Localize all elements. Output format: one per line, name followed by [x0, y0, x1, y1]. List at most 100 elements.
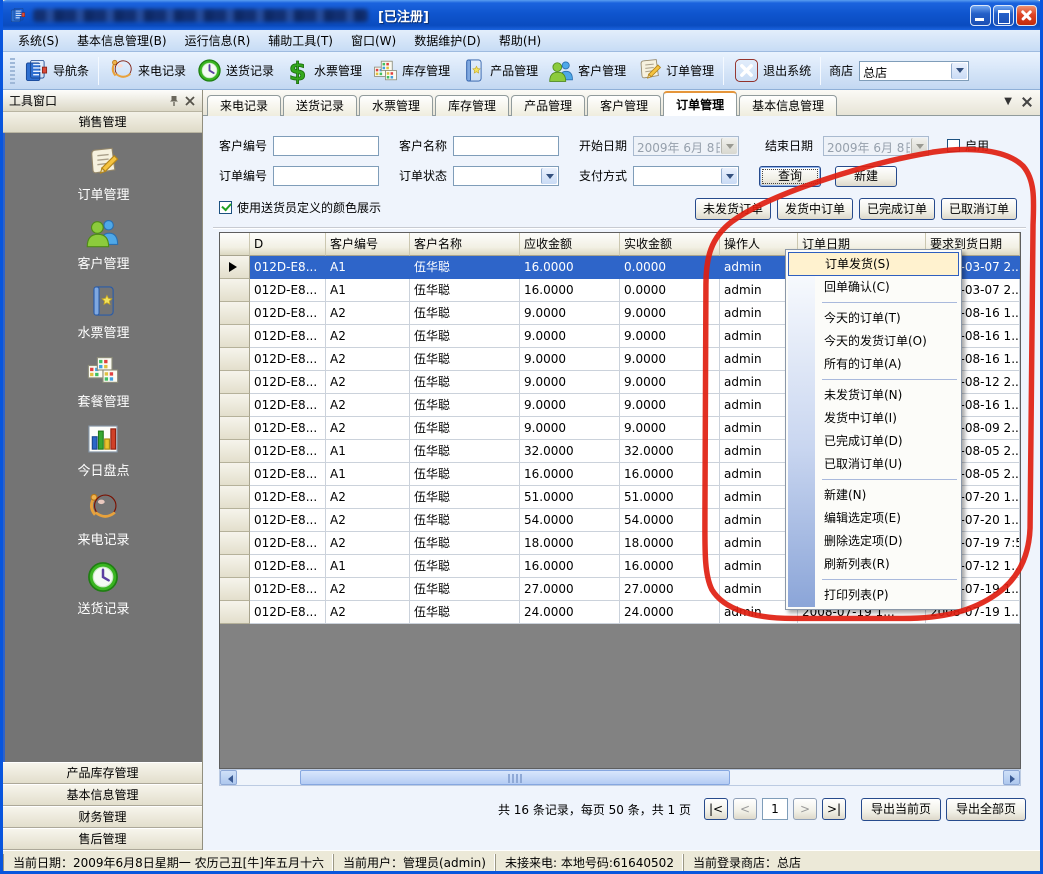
menu-item[interactable]: 数据维护(D) — [405, 30, 490, 51]
context-menu-item[interactable]: 所有的订单(A) — [788, 353, 959, 376]
page-number-input[interactable] — [762, 798, 788, 820]
row-selector[interactable] — [220, 440, 250, 463]
context-menu-item[interactable]: 发货中订单(I) — [788, 407, 959, 430]
order-status-filter-button[interactable]: 已完成订单 — [859, 198, 935, 220]
toolbar-button-water-ticket[interactable]: 水票管理 — [279, 54, 367, 87]
context-menu-item[interactable]: 刷新列表(R) — [788, 553, 959, 576]
column-header-selector[interactable] — [220, 233, 250, 256]
menu-item[interactable]: 辅助工具(T) — [259, 30, 342, 51]
context-menu-item[interactable]: 删除选定项(D) — [788, 530, 959, 553]
start-date-picker[interactable]: 2009年 6月 8日 — [633, 136, 739, 156]
toolbar-button-inventory[interactable]: 库存管理 — [367, 54, 455, 87]
toolbar-button-navigator[interactable]: 导航条 — [18, 54, 94, 87]
row-selector[interactable] — [220, 256, 250, 279]
enable-checkbox[interactable] — [947, 139, 960, 152]
sidebar-group-bar[interactable]: 售后管理 — [3, 828, 202, 850]
tab[interactable]: 产品管理 — [511, 95, 585, 116]
order-status-filter-button[interactable]: 已取消订单 — [941, 198, 1017, 220]
end-date-picker[interactable]: 2009年 6月 8日 — [823, 136, 929, 156]
sidebar-group-bar[interactable]: 产品库存管理 — [3, 762, 202, 784]
context-menu-item[interactable]: 回单确认(C) — [788, 276, 959, 299]
tab-close-icon[interactable] — [1022, 97, 1032, 107]
tab[interactable]: 基本信息管理 — [739, 95, 837, 116]
column-header-receivable[interactable]: 应收金额 — [520, 233, 620, 256]
menu-item[interactable]: 系统(S) — [9, 30, 68, 51]
row-selector[interactable] — [220, 394, 250, 417]
tab[interactable]: 来电记录 — [207, 95, 281, 116]
toolbar-button-product[interactable]: 产品管理 — [455, 54, 543, 87]
toolbar-button-exit[interactable]: 退出系统 — [728, 54, 816, 87]
row-selector[interactable] — [220, 486, 250, 509]
horizontal-scrollbar[interactable] — [219, 769, 1021, 786]
scroll-right-icon[interactable] — [1003, 770, 1020, 785]
context-menu-item[interactable]: 未发货订单(N) — [788, 384, 959, 407]
sidebar-item-package[interactable]: 套餐管理 — [77, 352, 129, 410]
customer-no-input[interactable] — [273, 136, 379, 156]
toolbar-grip[interactable] — [10, 58, 15, 84]
minimize-button[interactable] — [970, 5, 991, 26]
row-selector[interactable] — [220, 325, 250, 348]
chevron-down-icon[interactable] — [721, 168, 737, 184]
sidebar-group-sales[interactable]: 销售管理 — [3, 112, 202, 133]
column-header-id[interactable]: D — [250, 233, 326, 256]
row-selector[interactable] — [220, 532, 250, 555]
sidebar-group-bar[interactable]: 基本信息管理 — [3, 784, 202, 806]
first-page-button[interactable]: |< — [704, 798, 728, 820]
row-selector[interactable] — [220, 417, 250, 440]
row-selector[interactable] — [220, 463, 250, 486]
row-selector[interactable] — [220, 302, 250, 325]
menu-item[interactable]: 帮助(H) — [490, 30, 550, 51]
toolbar-button-customer[interactable]: 客户管理 — [543, 54, 631, 87]
column-header-customer-name[interactable]: 客户名称 — [410, 233, 520, 256]
new-button[interactable]: 新建 — [835, 166, 897, 187]
context-menu-item[interactable]: 今天的发货订单(O) — [788, 330, 959, 353]
export-all-pages-button[interactable]: 导出全部页 — [946, 798, 1026, 821]
context-menu-item[interactable]: 今天的订单(T) — [788, 307, 959, 330]
close-button[interactable] — [1016, 5, 1037, 26]
query-button[interactable]: 查询 — [759, 166, 821, 187]
context-menu-item[interactable]: 新建(N) — [788, 484, 959, 507]
sidebar-item-water-ticket[interactable]: 水票管理 — [77, 283, 129, 341]
order-status-filter-button[interactable]: 未发货订单 — [695, 198, 771, 220]
sidebar-item-delivery-record[interactable]: 送货记录 — [77, 559, 129, 617]
order-status-combobox[interactable] — [453, 166, 559, 186]
customer-name-input[interactable] — [453, 136, 559, 156]
context-menu-item[interactable]: 打印列表(P) — [788, 584, 959, 607]
tab[interactable]: 库存管理 — [435, 95, 509, 116]
export-current-page-button[interactable]: 导出当前页 — [861, 798, 941, 821]
sidebar-item-order[interactable]: 订单管理 — [77, 145, 129, 203]
row-selector[interactable] — [220, 279, 250, 302]
context-menu-item[interactable]: 已完成订单(D) — [788, 430, 959, 453]
menu-item[interactable]: 窗口(W) — [342, 30, 405, 51]
sidebar-item-stocktake[interactable]: 今日盘点 — [77, 421, 129, 479]
maximize-button[interactable] — [993, 5, 1014, 26]
close-icon[interactable] — [184, 95, 196, 107]
row-selector[interactable] — [220, 348, 250, 371]
pushpin-icon[interactable] — [168, 95, 180, 107]
tab[interactable]: 送货记录 — [283, 95, 357, 116]
row-selector[interactable] — [220, 578, 250, 601]
last-page-button[interactable]: >| — [822, 798, 846, 820]
tab[interactable]: 订单管理 — [663, 91, 737, 116]
context-menu-item[interactable]: 订单发货(S) — [788, 252, 959, 276]
tab[interactable]: 水票管理 — [359, 95, 433, 116]
order-no-input[interactable] — [273, 166, 379, 186]
color-display-checkbox[interactable] — [219, 201, 232, 214]
row-selector[interactable] — [220, 555, 250, 578]
menu-item[interactable]: 运行信息(R) — [176, 30, 260, 51]
tab-dropdown-icon[interactable]: ▼ — [1004, 96, 1012, 107]
store-combobox[interactable]: 总店 — [859, 61, 969, 81]
toolbar-button-call-record[interactable]: 来电记录 — [103, 54, 191, 87]
next-page-button[interactable]: > — [793, 798, 817, 820]
scrollbar-thumb[interactable] — [300, 770, 730, 785]
row-selector[interactable] — [220, 601, 250, 624]
tab[interactable]: 客户管理 — [587, 95, 661, 116]
column-header-customer-no[interactable]: 客户编号 — [326, 233, 410, 256]
scroll-left-icon[interactable] — [220, 770, 237, 785]
context-menu-item[interactable]: 已取消订单(U) — [788, 453, 959, 476]
sidebar-group-bar[interactable]: 财务管理 — [3, 806, 202, 828]
sidebar-item-call-record[interactable]: 来电记录 — [77, 490, 129, 548]
toolbar-button-order[interactable]: 订单管理 — [631, 54, 719, 87]
sidebar-item-customer[interactable]: 客户管理 — [77, 214, 129, 272]
row-selector[interactable] — [220, 509, 250, 532]
